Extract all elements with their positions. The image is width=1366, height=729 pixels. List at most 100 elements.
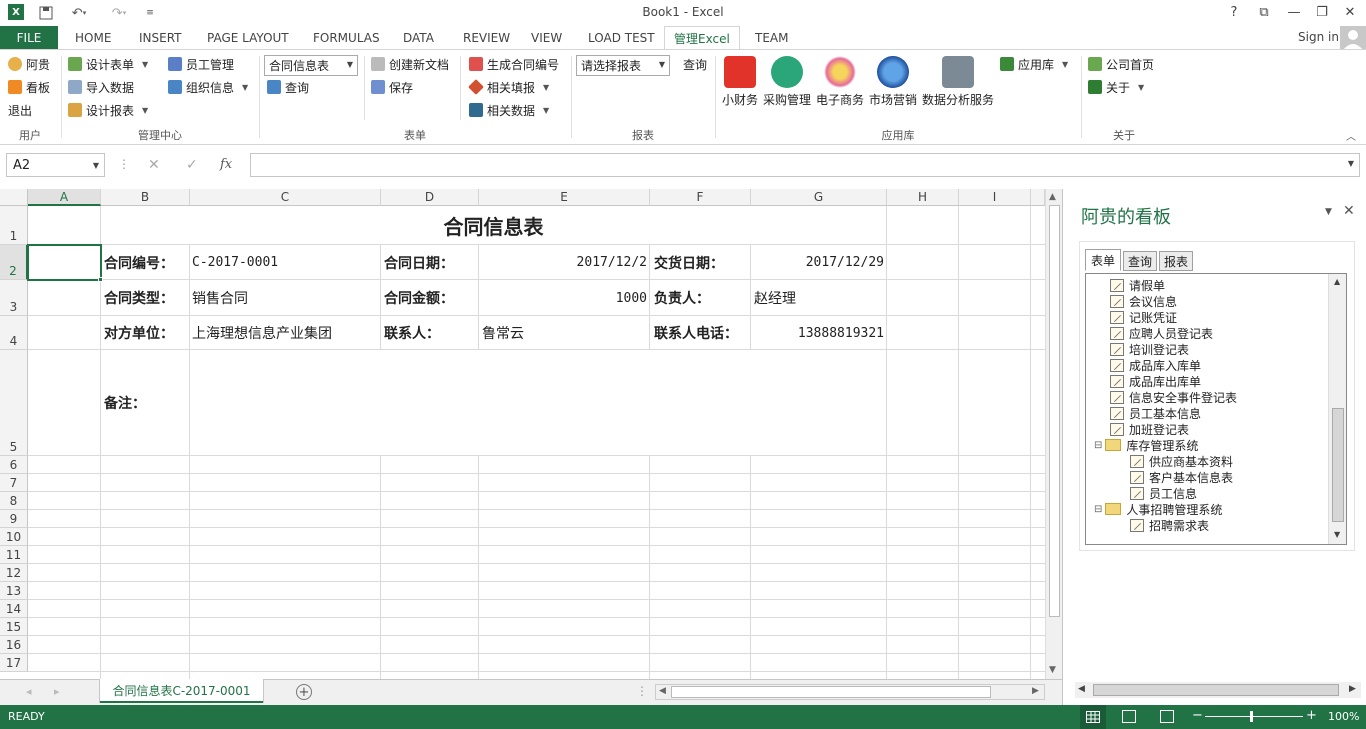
page-break-view-icon[interactable] bbox=[1160, 710, 1174, 723]
tab-manage-excel[interactable]: 管理Excel bbox=[664, 26, 740, 50]
scroll-left-icon[interactable]: ◀ bbox=[1078, 684, 1085, 694]
cell-remark-label[interactable]: 备注： bbox=[104, 350, 146, 456]
row-header[interactable]: 6 bbox=[0, 456, 28, 474]
sheet-title[interactable]: 合同信息表 bbox=[101, 207, 886, 244]
employee-mgmt-button[interactable]: 员工管理 bbox=[168, 54, 234, 74]
design-report-button[interactable]: 设计报表 ▼ bbox=[68, 100, 148, 120]
tab-view[interactable]: VIEW bbox=[522, 26, 571, 50]
tree-item[interactable]: 员工基本信息 bbox=[1086, 405, 1326, 421]
h-scroll-thumb[interactable] bbox=[671, 686, 991, 698]
tab-page-layout[interactable]: PAGE LAYOUT bbox=[198, 26, 298, 50]
col-header-f[interactable]: F bbox=[650, 189, 751, 206]
add-sheet-icon[interactable]: + bbox=[296, 684, 312, 700]
collapse-toggle-icon[interactable]: ⊟ bbox=[1094, 504, 1102, 515]
row-header[interactable]: 5 bbox=[0, 350, 28, 456]
vertical-scrollbar[interactable]: ▲ ▼ bbox=[1045, 189, 1062, 679]
col-header-a[interactable]: A bbox=[28, 189, 101, 206]
formula-input[interactable]: ▼ bbox=[250, 153, 1360, 177]
row-header[interactable]: 2 bbox=[0, 245, 28, 280]
tree-item[interactable]: 成品库入库单 bbox=[1086, 357, 1326, 373]
pane-close-icon[interactable]: ✕ bbox=[1343, 203, 1355, 219]
tree-item[interactable]: 供应商基本资料 bbox=[1086, 453, 1326, 469]
gen-contract-no-button[interactable]: 生成合同编号 bbox=[469, 54, 559, 74]
cell-contract-type[interactable]: 销售合同 bbox=[192, 280, 248, 316]
import-data-button[interactable]: 导入数据 bbox=[68, 77, 134, 97]
tree-item[interactable]: 会议信息 bbox=[1086, 293, 1326, 309]
pane-tab-query[interactable]: 查询 bbox=[1123, 251, 1157, 271]
scroll-up-icon[interactable]: ▲ bbox=[1334, 277, 1340, 286]
selected-cell-a2[interactable] bbox=[27, 244, 102, 281]
col-header-h[interactable]: H bbox=[887, 189, 959, 206]
scroll-down-icon[interactable]: ▼ bbox=[1049, 665, 1056, 675]
row-header[interactable]: 1 bbox=[0, 206, 28, 245]
app-purchase-button[interactable]: 采购管理 bbox=[763, 56, 811, 108]
dashboard-button[interactable]: 看板 bbox=[8, 77, 50, 97]
cell-delivery-date-label[interactable]: 交货日期： bbox=[654, 245, 724, 280]
pane-hscrollbar[interactable]: ◀ ▶ bbox=[1075, 682, 1361, 698]
tree-folder-node[interactable]: ⊟ 库存管理系统 bbox=[1086, 437, 1326, 453]
col-header-c[interactable]: C bbox=[190, 189, 381, 206]
scroll-right-icon[interactable]: ▶ bbox=[1032, 686, 1039, 696]
scroll-down-icon[interactable]: ▼ bbox=[1334, 530, 1340, 539]
zoom-slider[interactable] bbox=[1205, 716, 1303, 717]
page-layout-view-icon[interactable] bbox=[1122, 710, 1136, 723]
normal-view-icon[interactable] bbox=[1080, 705, 1106, 729]
row-header[interactable]: 12 bbox=[0, 564, 28, 582]
restore-icon[interactable]: ❐ bbox=[1308, 2, 1336, 22]
cell-amount-label[interactable]: 合同金额： bbox=[384, 280, 454, 316]
scroll-up-icon[interactable]: ▲ bbox=[1049, 192, 1056, 202]
sheet-tab-active[interactable]: 合同信息表C-2017-0001 bbox=[100, 679, 263, 703]
related-data-button[interactable]: 相关数据 ▼ bbox=[469, 100, 549, 120]
row-header[interactable]: 15 bbox=[0, 618, 28, 636]
ribbon-display-icon[interactable]: ⧉ bbox=[1250, 2, 1278, 22]
name-box[interactable]: A2 ▼ bbox=[6, 153, 105, 177]
report-select[interactable]: 请选择报表 ▼ bbox=[576, 55, 670, 76]
tab-data[interactable]: DATA bbox=[394, 26, 443, 50]
minimize-icon[interactable]: — bbox=[1280, 2, 1308, 22]
company-home-button[interactable]: 公司首页 bbox=[1088, 54, 1154, 74]
app-marketing-button[interactable]: 市场营销 bbox=[869, 56, 917, 108]
tree-item[interactable]: 培训登记表 bbox=[1086, 341, 1326, 357]
tab-home[interactable]: HOME bbox=[66, 26, 120, 50]
close-icon[interactable]: ✕ bbox=[1336, 2, 1364, 22]
tree-vscrollbar[interactable]: ▲ ▼ bbox=[1328, 274, 1346, 544]
cell-owner[interactable]: 赵经理 bbox=[754, 280, 796, 316]
tab-insert[interactable]: INSERT bbox=[130, 26, 191, 50]
report-query-button[interactable]: 查询 bbox=[683, 54, 707, 74]
row-header[interactable]: 13 bbox=[0, 582, 28, 600]
cell-amount[interactable]: 1000 bbox=[479, 280, 647, 316]
cell-contract-no-label[interactable]: 合同编号： bbox=[104, 245, 174, 280]
zoom-in-icon[interactable]: + bbox=[1306, 708, 1317, 723]
insert-function-icon[interactable]: fx bbox=[220, 157, 232, 172]
select-all-corner[interactable] bbox=[0, 189, 28, 206]
collapse-ribbon-icon[interactable]: ︿ bbox=[1346, 128, 1356, 143]
app-analytics-button[interactable]: 数据分析服务 bbox=[922, 56, 994, 108]
scroll-thumb[interactable] bbox=[1049, 205, 1060, 617]
tab-file[interactable]: FILE bbox=[0, 26, 58, 50]
pane-h-thumb[interactable] bbox=[1093, 684, 1339, 696]
row-header[interactable]: 4 bbox=[0, 316, 28, 350]
tree-item[interactable]: 客户基本信息表 bbox=[1086, 469, 1326, 485]
prev-sheet-icon[interactable]: ◂ bbox=[26, 685, 32, 698]
sign-in-link[interactable]: Sign in bbox=[1298, 30, 1339, 44]
enter-icon[interactable]: ✓ bbox=[186, 157, 198, 173]
row-header[interactable]: 10 bbox=[0, 528, 28, 546]
forms-tree[interactable]: 请假单 会议信息 记账凭证 应聘人员登记表 培训登记表 成品库入库单 成品库出库单 信息安全事… bbox=[1085, 273, 1347, 545]
app-ecommerce-button[interactable]: 电子商务 bbox=[816, 56, 864, 108]
pane-tab-forms[interactable]: 表单 bbox=[1085, 249, 1121, 271]
worksheet-grid[interactable]: A B C D E F G H I 1 2 3 4 5 6 7 8 9 10 1… bbox=[0, 189, 1045, 679]
org-info-button[interactable]: 组织信息 ▼ bbox=[168, 77, 248, 97]
col-header-d[interactable]: D bbox=[381, 189, 479, 206]
tree-item[interactable]: 员工信息 bbox=[1086, 485, 1326, 501]
row-header[interactable]: 17 bbox=[0, 654, 28, 672]
zoom-level[interactable]: 100% bbox=[1328, 710, 1359, 723]
tab-team[interactable]: TEAM bbox=[746, 26, 797, 50]
zoom-slider-thumb[interactable] bbox=[1250, 711, 1253, 722]
col-header-b[interactable]: B bbox=[101, 189, 190, 206]
tree-item[interactable]: 请假单 bbox=[1086, 277, 1326, 293]
tab-formulas[interactable]: FORMULAS bbox=[304, 26, 389, 50]
col-header-i[interactable]: I bbox=[959, 189, 1031, 206]
cell-contact[interactable]: 鲁常云 bbox=[482, 316, 524, 350]
tree-item[interactable]: 应聘人员登记表 bbox=[1086, 325, 1326, 341]
tree-item[interactable]: 招聘需求表 bbox=[1086, 517, 1326, 533]
